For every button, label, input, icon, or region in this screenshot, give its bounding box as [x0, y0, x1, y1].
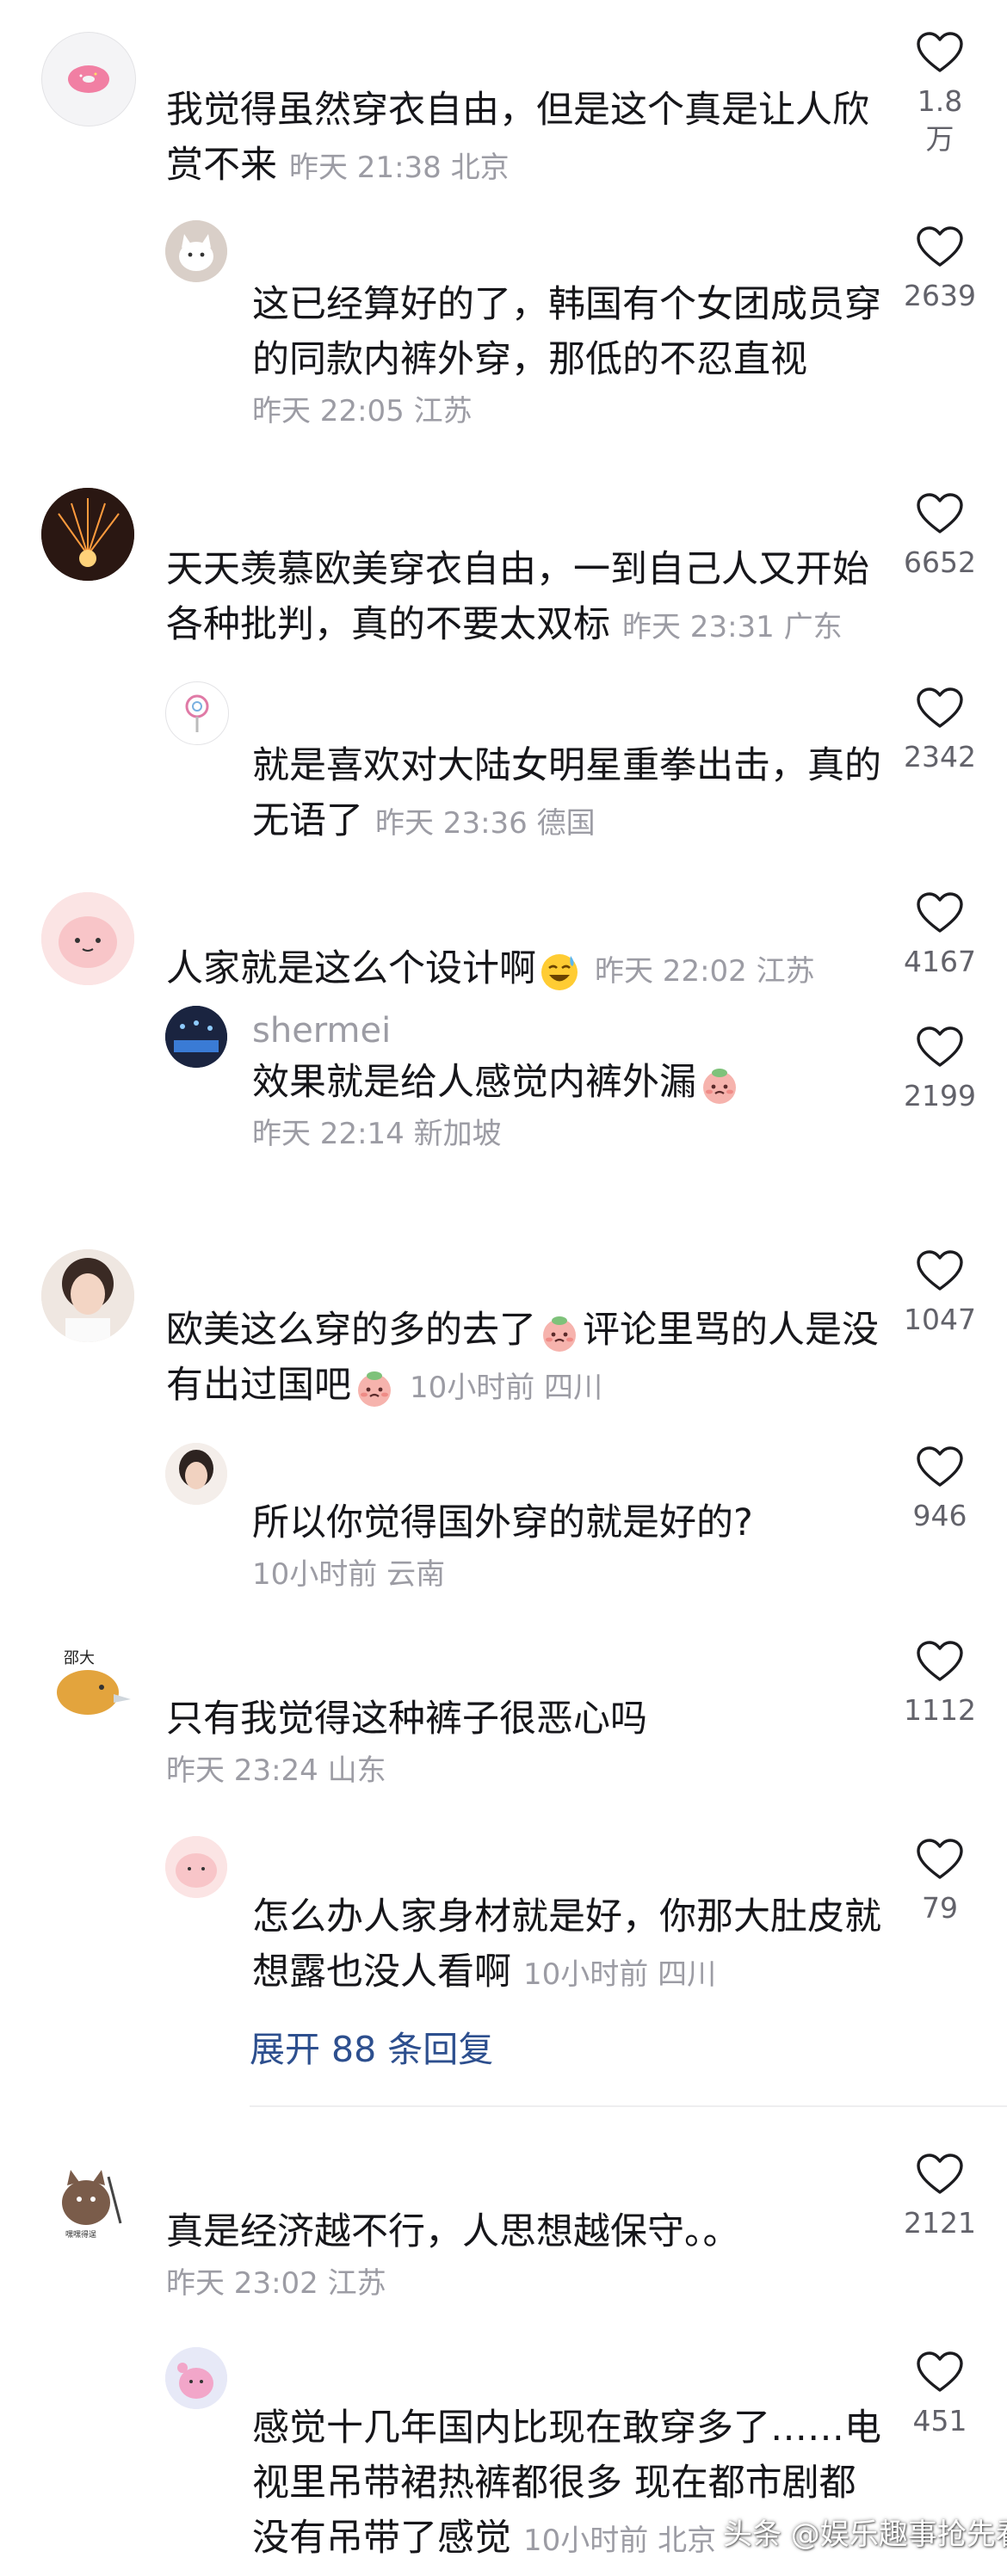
- comment-text: 天天羡慕欧美穿衣自由，一到自己人又开始各种批判，真的不要太双标 昨天 23:31 …: [166, 548, 869, 646]
- like-button[interactable]: 946: [904, 1445, 976, 1535]
- avatar-label: 嘿嘿得逞: [65, 2229, 96, 2240]
- comment-text: 欧美这么穿的多的去了 评论里骂的人是没有出过国吧 10小时前 四川: [166, 1303, 889, 1415]
- pink-character-avatar-icon: [165, 2347, 227, 2409]
- heart-icon: [916, 1838, 964, 1881]
- heart-icon: [916, 1026, 964, 1069]
- avatar[interactable]: [165, 1443, 227, 1505]
- cat-photo-avatar-icon: [165, 220, 227, 282]
- like-button[interactable]: 1047: [904, 1249, 976, 1339]
- comment-meta: 昨天 23:31 广东: [622, 610, 843, 644]
- avatar[interactable]: [165, 681, 229, 745]
- heart-icon: [916, 687, 964, 730]
- avatar[interactable]: 邵大: [41, 1639, 134, 1732]
- comment-meta: 昨天 22:05 江苏: [252, 394, 473, 428]
- avatar[interactable]: [41, 892, 134, 985]
- like-button[interactable]: 79: [904, 1838, 976, 1927]
- donut-avatar-icon: [68, 65, 109, 93]
- like-button[interactable]: 2199: [904, 1026, 976, 1115]
- heart-icon: [916, 492, 964, 535]
- avatar[interactable]: [41, 1249, 134, 1342]
- like-count: 2342: [904, 740, 976, 773]
- comment-meta: 昨天 22:14 新加坡: [252, 1117, 502, 1151]
- comment-meta: 10小时前 云南: [252, 1557, 446, 1592]
- like-count: 4167: [904, 945, 976, 978]
- like-button[interactable]: 1112: [904, 1640, 976, 1729]
- avatar[interactable]: [165, 2347, 227, 2409]
- avatar[interactable]: [41, 488, 134, 581]
- like-button[interactable]: 2342: [904, 687, 976, 776]
- heart-icon: [916, 891, 964, 934]
- like-count: 1.8万: [917, 84, 963, 156]
- heart-icon: [916, 225, 964, 268]
- watermark: 头条 @娱乐趣事抢先看: [723, 2517, 1007, 2552]
- reply-username[interactable]: shermei: [252, 1007, 889, 1055]
- comment-meta: 昨天 23:36 德国: [375, 806, 596, 841]
- heart-icon: [916, 2153, 964, 2196]
- duck-cartoon-avatar-icon: 邵大: [41, 1639, 134, 1732]
- comment-text: 真是经济越不行，人思想越保守。。 昨天 23:02 江苏: [166, 2204, 889, 2308]
- like-count: 946: [912, 1499, 967, 1532]
- comment-meta: 10小时前 四川: [523, 1957, 717, 1992]
- sweat-smile-emoji-icon: [538, 950, 581, 993]
- lollipop-avatar-icon: [185, 694, 209, 732]
- woman-photo-avatar-icon: [41, 1249, 134, 1342]
- peach-emoji-icon: [353, 1366, 396, 1409]
- fireworks-avatar-icon: [41, 488, 134, 581]
- like-count: 2121: [904, 2206, 976, 2240]
- avatar[interactable]: [165, 220, 227, 282]
- like-button[interactable]: 2639: [904, 225, 976, 315]
- like-count: 2199: [904, 1079, 976, 1112]
- reply-text: shermei 效果就是给人感觉内裤外漏 昨天 22:14 新加坡: [252, 1007, 889, 1158]
- avatar-label: 邵大: [64, 1649, 95, 1667]
- reply-text: 怎么办人家身材就是好，你那大肚皮就想露也没人看啊 10小时前 四川: [252, 1895, 881, 1994]
- like-button[interactable]: 4167: [904, 891, 976, 981]
- cat-guitar-cartoon-avatar-icon: 嘿嘿得逞: [41, 2151, 134, 2244]
- comment-meta: 昨天 23:02 江苏: [166, 2266, 386, 2301]
- like-count: 1112: [904, 1693, 976, 1727]
- comment-text: 我觉得虽然穿衣自由，但是这个真是让人欣赏不来 昨天 21:38 北京: [166, 89, 869, 187]
- reply-text: 这已经算好的了，韩国有个女团成员穿的同款内裤外穿，那低的不忍直视 昨天 22:0…: [252, 277, 889, 435]
- like-button[interactable]: 1.8万: [904, 31, 976, 158]
- like-count: 1047: [904, 1303, 976, 1336]
- avatar[interactable]: [41, 32, 136, 126]
- avatar[interactable]: [165, 1006, 227, 1068]
- like-button[interactable]: 2121: [904, 2153, 976, 2242]
- like-count: 6652: [904, 545, 976, 579]
- comment-meta: 10小时前 北京: [523, 2524, 717, 2558]
- girl-photo-avatar-icon: [165, 1443, 227, 1505]
- like-button[interactable]: 6652: [904, 492, 976, 582]
- comment-text: 只有我觉得这种裤子很恶心吗 昨天 23:24 山东: [166, 1692, 889, 1795]
- reply-text: 所以你觉得国外穿的就是好的? 10小时前 云南: [252, 1495, 889, 1599]
- avatar[interactable]: [165, 1836, 227, 1898]
- comment-meta: 10小时前 四川: [410, 1371, 603, 1405]
- pink-blob-avatar-icon: [41, 892, 134, 985]
- heart-icon: [916, 1640, 964, 1683]
- expand-replies-button[interactable]: 展开 88 条回复: [250, 2020, 493, 2072]
- peach-emoji-icon: [698, 1063, 741, 1106]
- comment-meta: 昨天 23:24 山东: [166, 1753, 386, 1788]
- comment-meta: 昨天 22:02 江苏: [595, 954, 815, 989]
- concert-photo-avatar-icon: [165, 1006, 227, 1068]
- heart-icon: [916, 31, 964, 74]
- comment-text: 人家就是这么个设计啊 昨天 22:02 江苏: [166, 941, 889, 999]
- peach-emoji-icon: [538, 1311, 581, 1354]
- like-button[interactable]: 451: [904, 2351, 976, 2440]
- divider: [250, 2105, 1007, 2107]
- like-count: 2639: [904, 279, 976, 312]
- like-count: 79: [922, 1891, 958, 1925]
- reply-text: 就是喜欢对大陆女明星重拳出击，真的无语了 昨天 23:36 德国: [252, 744, 881, 842]
- avatar[interactable]: 嘿嘿得逞: [41, 2151, 134, 2244]
- like-count: 451: [912, 2404, 967, 2437]
- comment-meta: 昨天 21:38 北京: [289, 151, 510, 185]
- heart-icon: [916, 1249, 964, 1292]
- heart-icon: [916, 2351, 964, 2394]
- heart-icon: [916, 1445, 964, 1488]
- pink-blob-avatar-icon: [165, 1836, 227, 1898]
